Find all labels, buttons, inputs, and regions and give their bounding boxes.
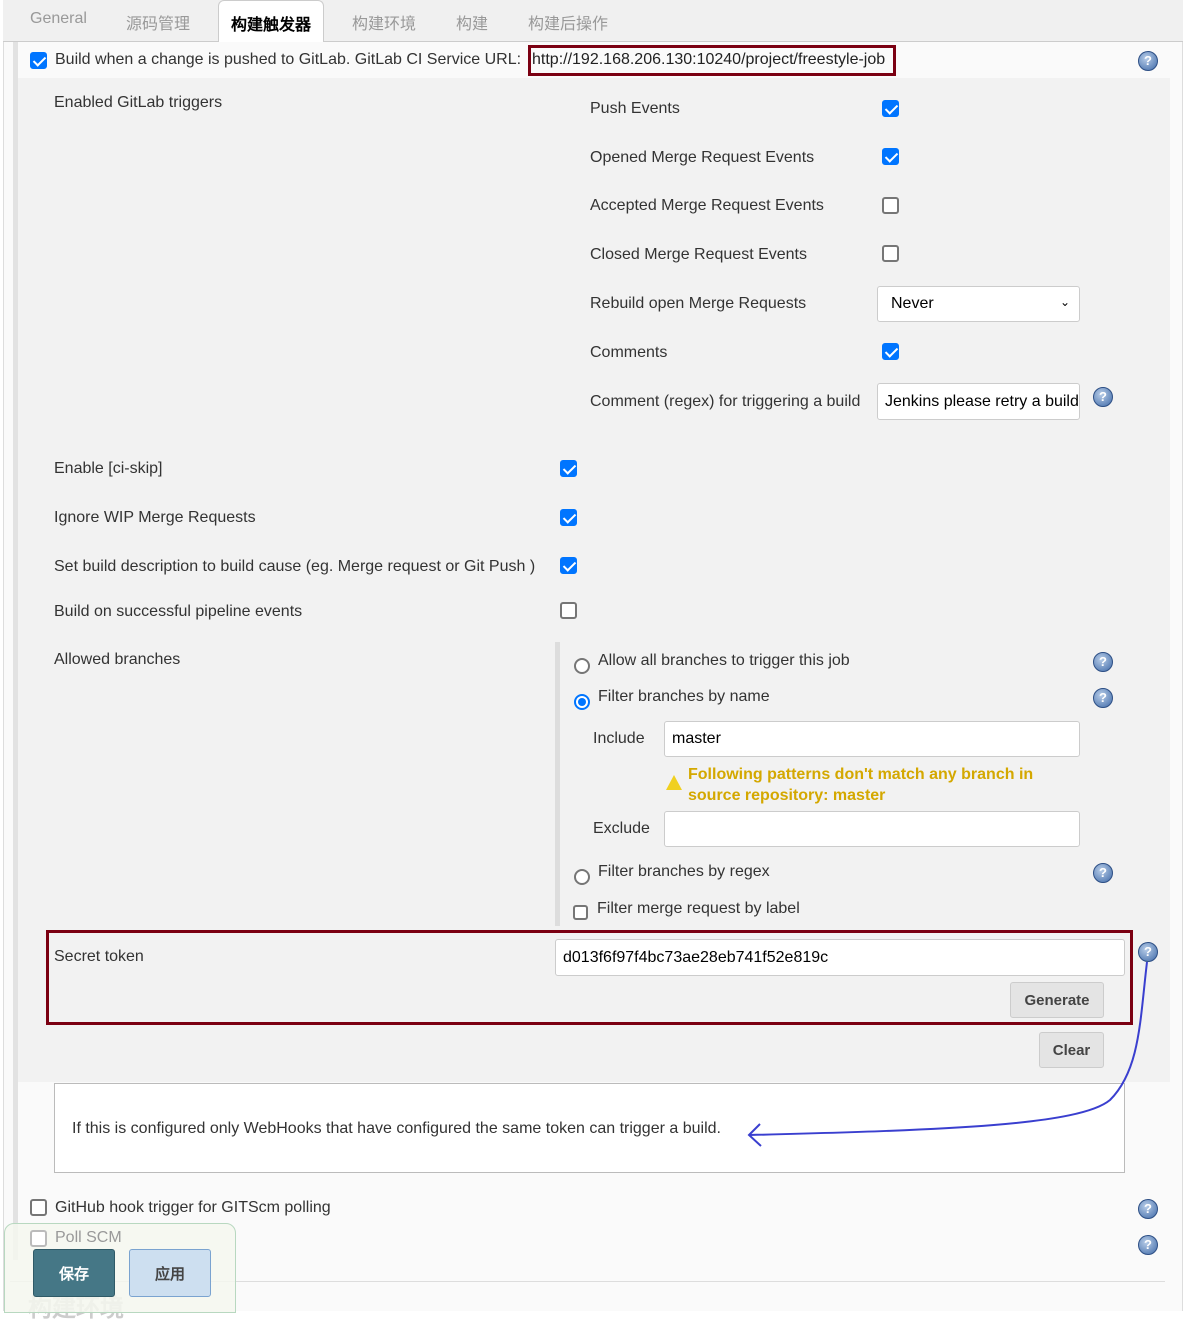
help-icon[interactable]: ? bbox=[1138, 1235, 1158, 1255]
github-hook-label: GitHub hook trigger for GITScm polling bbox=[55, 1199, 331, 1216]
poll-scm-checkbox[interactable] bbox=[30, 1230, 47, 1247]
annotation-arrow bbox=[747, 961, 1148, 1147]
save-button[interactable]: 保存 bbox=[33, 1249, 115, 1297]
github-hook-checkbox[interactable] bbox=[30, 1199, 47, 1216]
apply-button[interactable]: 应用 bbox=[129, 1249, 211, 1297]
help-icon[interactable]: ? bbox=[1138, 1199, 1158, 1219]
annotation-arrow-line bbox=[749, 961, 1148, 1136]
poll-scm-label: Poll SCM bbox=[55, 1229, 122, 1246]
